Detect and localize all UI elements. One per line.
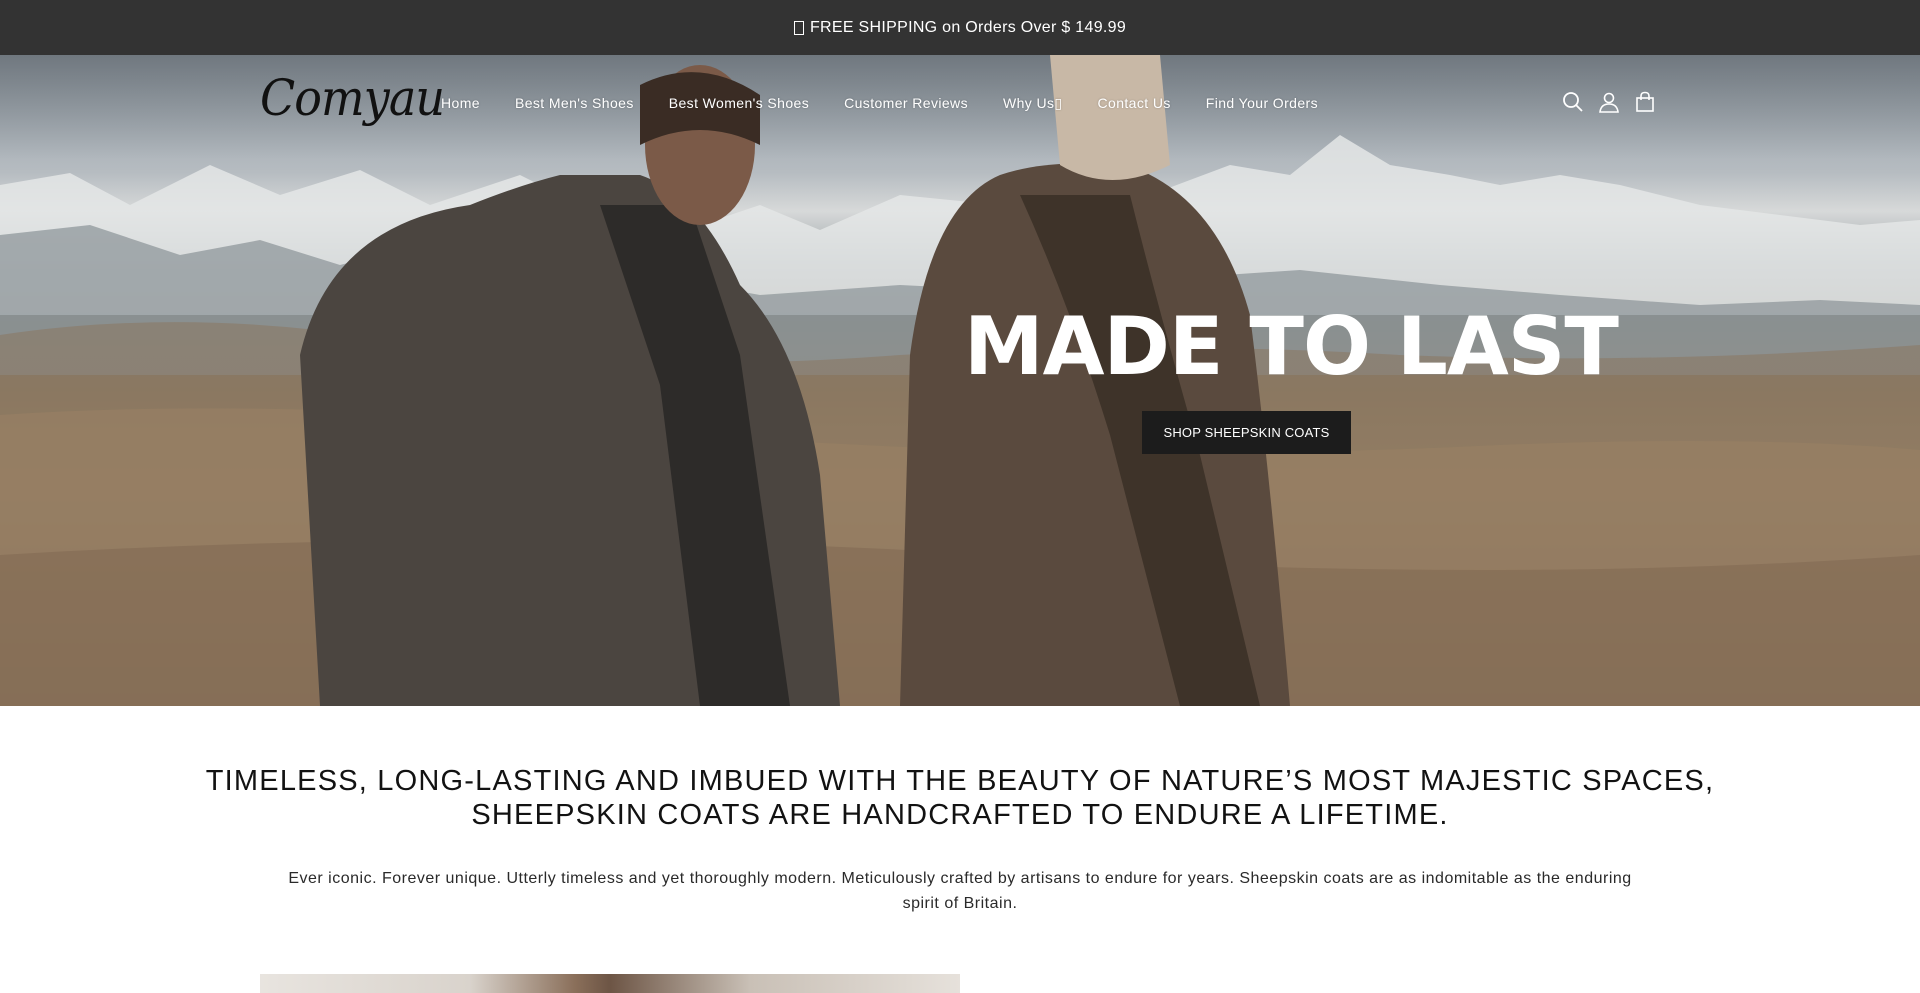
hero-banner — [0, 55, 1920, 706]
nav-find-your-orders[interactable]: Find Your Orders — [1206, 95, 1318, 112]
cart-icon[interactable] — [1634, 91, 1656, 113]
main-nav: Home Best Men's Shoes Best Women's Shoes… — [441, 95, 1353, 112]
search-icon[interactable] — [1562, 91, 1584, 113]
hero-image — [0, 55, 1920, 706]
shop-sheepskin-coats-button[interactable]: SHOP SHEEPSKIN COATS — [1142, 411, 1351, 454]
logo[interactable]: Comyau — [260, 69, 445, 127]
site-header: Comyau Home Best Men's Shoes Best Women'… — [0, 55, 1920, 151]
announcement-bar: FREE SHIPPING on Orders Over $ 149.99 — [0, 0, 1920, 55]
feature-image-teaser — [260, 974, 960, 993]
tagline-line-1: TIMELESS, LONG-LASTING AND IMBUED WITH T… — [205, 765, 1715, 797]
announcement-text: FREE SHIPPING on Orders Over $ 149.99 — [809, 18, 1127, 36]
nav-customer-reviews[interactable]: Customer Reviews — [844, 95, 968, 112]
nav-best-mens-shoes[interactable]: Best Men's Shoes — [515, 95, 634, 112]
hero-title: MADE TO LAST — [964, 300, 1619, 393]
nav-home[interactable]: Home — [441, 95, 480, 112]
header-icons — [1562, 91, 1656, 113]
nav-contact-us[interactable]: Contact Us — [1098, 95, 1171, 112]
missing-glyph-icon — [793, 20, 804, 35]
tagline: TIMELESS, LONG-LASTING AND IMBUED WITH T… — [200, 764, 1720, 832]
nav-why-us[interactable]: Why Us▯ — [1003, 95, 1063, 112]
tagline-line-2: SHEEPSKIN COATS ARE HANDCRAFTED TO ENDUR… — [471, 799, 1449, 831]
account-icon[interactable] — [1598, 91, 1620, 113]
intro-description: Ever iconic. Forever unique. Utterly tim… — [288, 870, 1632, 912]
nav-best-womens-shoes[interactable]: Best Women's Shoes — [669, 95, 809, 112]
